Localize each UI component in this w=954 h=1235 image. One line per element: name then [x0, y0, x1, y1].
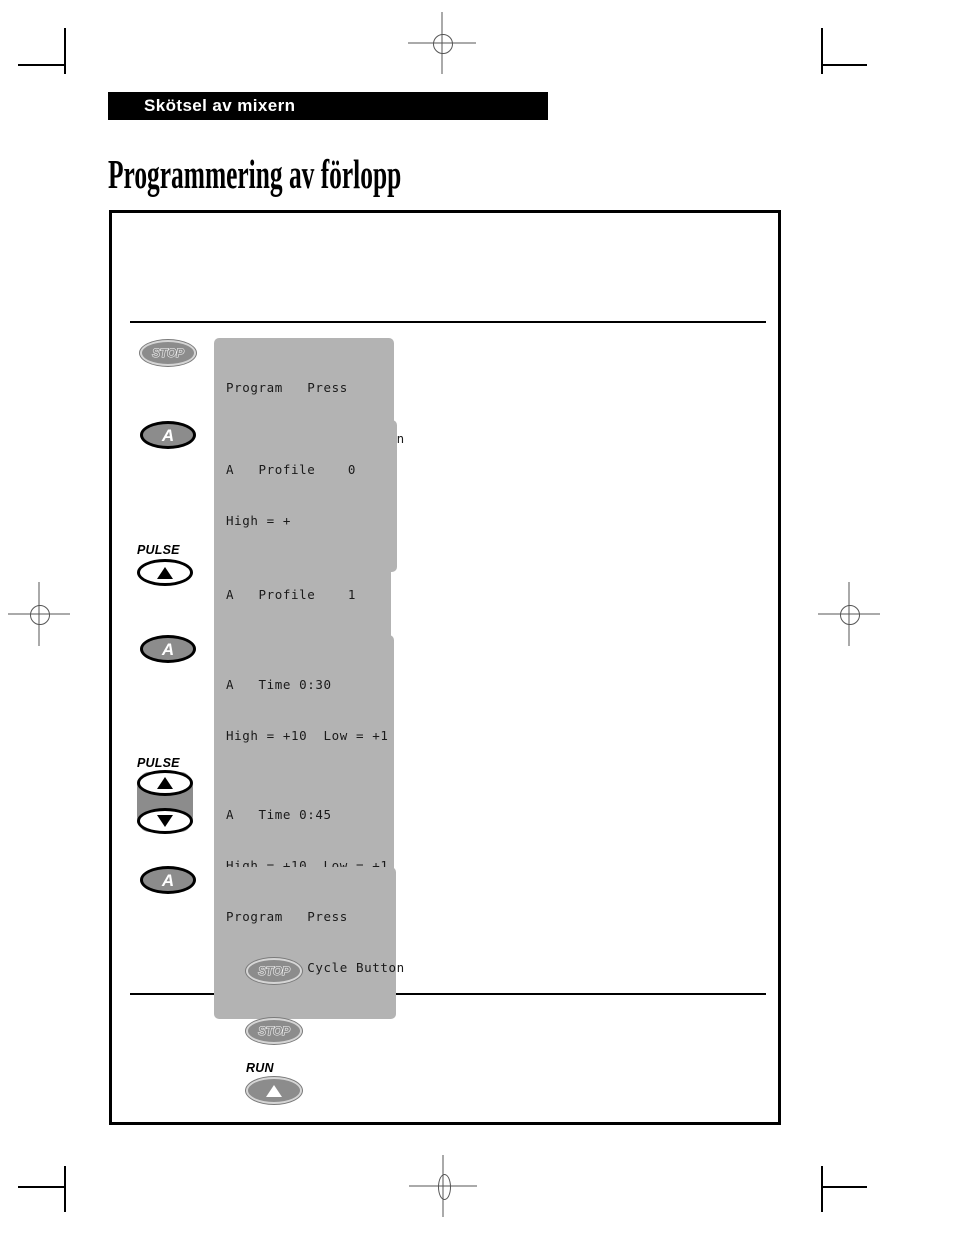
lcd-line-1: A Time 0:45: [226, 807, 332, 822]
registration-mark-vertical-line: [38, 582, 40, 646]
registration-mark-horizontal-line: [408, 42, 476, 44]
footer-step-1-control: STOP: [246, 958, 302, 984]
registration-mark-circle: [840, 605, 860, 625]
lcd-line-1: Program Press: [226, 380, 348, 395]
registration-mark-circle: [437, 1174, 451, 1200]
crop-mark-bottom-right-vertical: [821, 1166, 823, 1212]
stop-button[interactable]: STOP: [140, 340, 196, 366]
registration-mark-top: [408, 12, 476, 74]
registration-mark-circle: [30, 605, 50, 625]
registration-mark-horizontal-line: [818, 613, 880, 615]
lcd-line-2: High = +: [226, 513, 292, 528]
lcd-line-1: A Profile 1: [226, 587, 357, 602]
step-2-control: A: [140, 421, 196, 449]
stop-button-label: STOP: [152, 346, 185, 361]
lcd-line-1: A Profile 0: [226, 462, 357, 477]
cycle-a-button-label: A: [161, 425, 175, 445]
crop-mark-top-right-horizontal: [821, 64, 867, 66]
crop-mark-bottom-left-horizontal: [18, 1186, 64, 1188]
triangle-down-icon: [157, 815, 173, 827]
footer-step-3-control: RUN: [246, 1061, 912, 1104]
pulse-down-button[interactable]: [137, 808, 193, 834]
step-6-control: A: [140, 866, 196, 894]
lcd-line-1: Program Press: [226, 909, 348, 924]
pulse-up-button[interactable]: [137, 770, 193, 796]
stop-button[interactable]: STOP: [246, 958, 302, 984]
crop-mark-top-left-vertical: [64, 28, 66, 74]
procedure-box: STOP Program Press Cycle Button A A: [109, 210, 781, 1125]
stop-button-label: STOP: [258, 964, 291, 979]
section-header-label: Skötsel av mixern: [144, 96, 296, 115]
pulse-rocker-control: [137, 770, 193, 834]
cycle-a-button-label: A: [161, 639, 175, 659]
triangle-up-icon: [157, 777, 173, 789]
stop-button-label: STOP: [258, 1024, 291, 1039]
crop-mark-top-left-horizontal: [18, 64, 64, 66]
cycle-a-button[interactable]: A: [140, 635, 196, 663]
step-1-control: STOP: [140, 340, 196, 366]
registration-mark-left: [8, 582, 70, 646]
step-6-display: Program Press Cycle Button: [214, 867, 404, 1019]
registration-mark-vertical-line: [848, 582, 850, 646]
crop-mark-top-right-vertical: [821, 28, 823, 74]
lcd-display: Program Press Cycle Button: [214, 867, 404, 1019]
page-title: Programmering av förlopp: [108, 151, 402, 197]
run-button[interactable]: [246, 1077, 302, 1104]
registration-mark-vertical-line: [442, 1155, 444, 1217]
section-header-bar: Skötsel av mixern: [108, 92, 548, 120]
triangle-up-icon: [266, 1084, 282, 1097]
registration-mark-right: [818, 582, 880, 646]
crop-mark-bottom-left-vertical: [64, 1166, 66, 1212]
divider-top: [130, 321, 766, 323]
registration-mark-horizontal-line: [8, 613, 70, 615]
footer-step-2-control: STOP: [246, 1018, 302, 1044]
manual-page: Skötsel av mixern Programmering av förlo…: [0, 0, 954, 1235]
pulse-up-button[interactable]: [137, 559, 193, 586]
triangle-up-icon: [157, 566, 173, 579]
run-caption: RUN: [246, 1061, 274, 1075]
registration-mark-horizontal-line: [409, 1185, 477, 1187]
registration-mark-circle: [433, 34, 453, 54]
cycle-a-button[interactable]: A: [140, 866, 196, 894]
lcd-line-1: A Time 0:30: [226, 677, 332, 692]
stop-button[interactable]: STOP: [246, 1018, 302, 1044]
crop-mark-bottom-right-horizontal: [821, 1186, 867, 1188]
registration-mark-vertical-line: [441, 12, 443, 74]
step-4-control: A: [140, 635, 196, 663]
cycle-a-button-label: A: [161, 870, 175, 890]
lcd-line-2: High = +10 Low = +1: [226, 728, 389, 743]
registration-mark-bottom: [409, 1155, 477, 1217]
cycle-a-button[interactable]: A: [140, 421, 196, 449]
